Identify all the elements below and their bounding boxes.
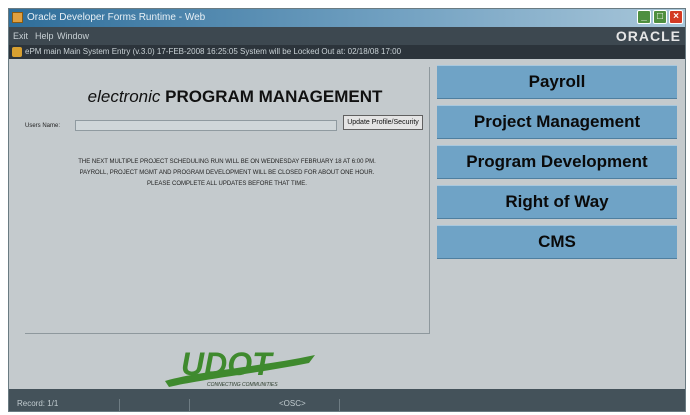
menu-exit[interactable]: Exit [13,31,28,41]
menu-help[interactable]: Help [35,31,54,41]
update-profile-button[interactable]: Update Profile/Security [343,115,423,130]
users-name-field[interactable] [75,120,337,131]
app-menu: Payroll Project Management Program Devel… [437,65,677,325]
minimize-button[interactable]: _ [637,10,651,24]
page-title-italic: electronic [87,87,161,106]
program-development-button[interactable]: Program Development [437,145,677,179]
logo-text: UDOT [181,346,274,382]
status-divider [119,399,120,411]
oracle-logo: ORACLE [615,28,681,44]
session-info-text: ePM main Main System Entry (v.3.0) 17-FE… [25,47,402,56]
payroll-button[interactable]: Payroll [437,65,677,99]
project-management-button[interactable]: Project Management [437,105,677,139]
session-info-bar: ePM main Main System Entry (v.3.0) 17-FE… [9,45,685,59]
notice-line: PLEASE COMPLETE ALL UPDATES BEFORE THAT … [147,181,307,187]
main-content: electronic PROGRAM MANAGEMENT Users Name… [9,59,685,389]
screenshot-frame: Oracle Developer Forms Runtime - Web _ □… [0,0,690,415]
menu-window[interactable]: Window [57,31,89,41]
form-icon [12,47,22,57]
users-name-label: Users Name: [25,123,61,129]
app-window: Oracle Developer Forms Runtime - Web _ □… [8,8,686,412]
page-title: electronic PROGRAM MANAGEMENT [25,87,445,107]
notice-line: PAYROLL, PROJECT MGMT AND PROGRAM DEVELO… [79,170,375,176]
logo-tagline: CONNECTING COMMUNITIES [207,382,278,388]
cms-button[interactable]: CMS [437,225,677,259]
notice-line: THE NEXT MULTIPLE PROJECT SCHEDULING RUN… [78,159,376,165]
close-button[interactable]: × [669,10,683,24]
title-bar: Oracle Developer Forms Runtime - Web _ □… [9,9,685,27]
notice-text: THE NEXT MULTIPLE PROJECT SCHEDULING RUN… [25,157,429,190]
right-of-way-button[interactable]: Right of Way [437,185,677,219]
status-divider [339,399,340,411]
maximize-button[interactable]: □ [653,10,667,24]
status-divider [189,399,190,411]
menu-bar: Exit Help Window [9,27,685,45]
window-title: Oracle Developer Forms Runtime - Web [27,12,206,23]
record-indicator: Record: 1/1 [17,399,59,408]
main-panel: electronic PROGRAM MANAGEMENT Users Name… [25,67,430,334]
osc-indicator: <OSC> [279,399,306,408]
status-bar: Record: 1/1 <OSC> [9,389,685,411]
udot-logo: UDOT CONNECTING COMMUNITIES [159,341,319,389]
page-title-bold: PROGRAM MANAGEMENT [165,87,383,106]
app-icon [12,12,23,23]
